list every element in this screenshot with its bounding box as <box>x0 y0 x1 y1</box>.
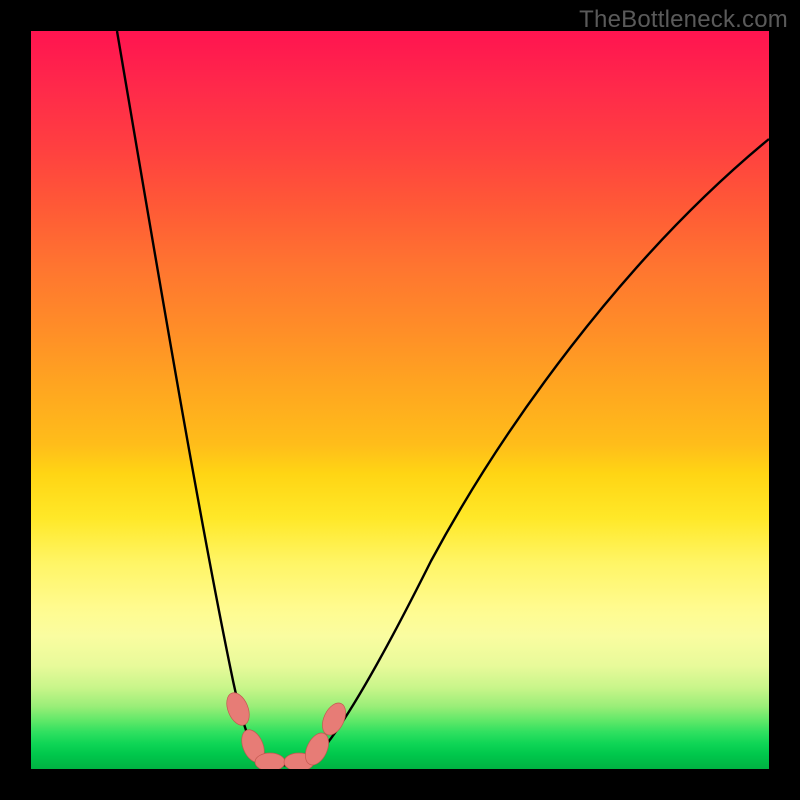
chart-plot-area <box>31 31 769 769</box>
bottleneck-curve-svg <box>31 31 769 769</box>
watermark-text: TheBottleneck.com <box>579 6 788 34</box>
curve-left-branch <box>117 31 264 763</box>
marker-floor-left <box>255 753 285 769</box>
marker-left-upper <box>222 689 253 728</box>
curve-right-branch <box>309 139 769 763</box>
valley-markers <box>222 689 350 769</box>
